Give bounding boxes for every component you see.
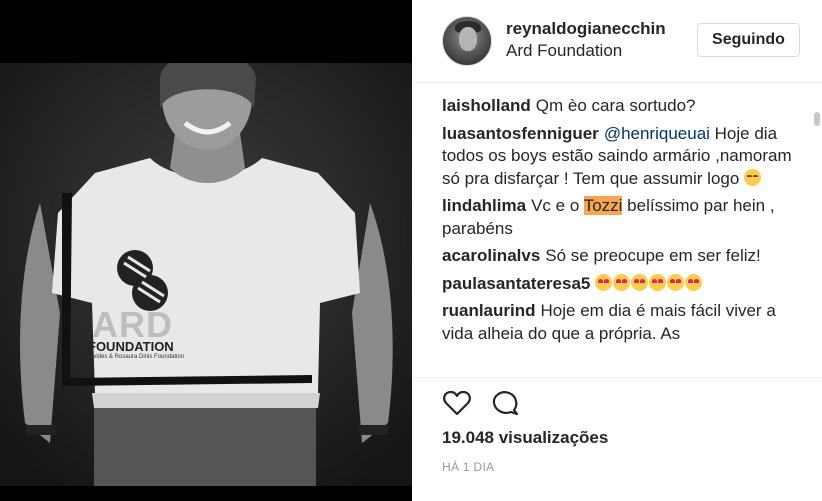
shirt-foundation-text: FOUNDATION	[88, 339, 174, 354]
photo-illustration	[0, 63, 412, 486]
comments-list[interactable]: laisholland Qm èo cara sortudo? luasantos…	[442, 95, 807, 373]
post-header: reynaldogianecchin Ard Foundation Seguin…	[412, 0, 822, 82]
avatar[interactable]	[442, 16, 492, 66]
comment-username[interactable]: laisholland	[442, 96, 531, 115]
comments-scrollbar[interactable]	[814, 112, 820, 126]
heart-eyes-emoji-icon	[631, 273, 649, 291]
post-sidebar: reynaldogianecchin Ard Foundation Seguin…	[412, 0, 822, 501]
heart-eyes-emoji-icon	[649, 273, 667, 291]
comment-text: Qm èo cara sortudo?	[535, 96, 696, 115]
heart-icon[interactable]	[442, 388, 472, 418]
following-button[interactable]: Seguindo	[697, 23, 800, 57]
comment-username[interactable]: lindahlima	[442, 196, 526, 215]
heart-eyes-emoji-icon	[667, 273, 685, 291]
comment-text: Só se preocupe em ser feliz!	[545, 246, 761, 265]
comment-mention[interactable]: @henriqueuai	[604, 124, 710, 143]
comment-item: lindahlima Vc e o Tozzi belíssimo par hei…	[442, 195, 807, 240]
grinning-emoji-icon	[744, 168, 762, 186]
comment-item: ruanlaurind Hoje em dia é mais fácil vive…	[442, 300, 807, 345]
comment-username[interactable]: paulasantateresa5	[442, 274, 590, 293]
comments-divider	[412, 377, 822, 378]
post-username[interactable]: reynaldogianecchin	[506, 19, 666, 39]
comment-item: paulasantateresa5	[442, 273, 807, 296]
post-timestamp[interactable]: HÁ 1 DIA	[442, 460, 494, 474]
views-count[interactable]: 19.048 visualizações	[442, 428, 608, 448]
comment-username[interactable]: acarolinalvs	[442, 246, 540, 265]
comment-item: laisholland Qm èo cara sortudo?	[442, 95, 807, 118]
shirt-small-text: Alvides & Rosaura Dinis Foundation	[88, 354, 185, 360]
comment-item: luasantosfenniguer @henriqueuai Hoje dia …	[442, 123, 807, 191]
comment-text: Vc e o	[531, 196, 584, 215]
comment-username[interactable]: ruanlaurind	[442, 301, 536, 320]
comment-item: acarolinalvs Só se preocupe em ser feliz!	[442, 245, 807, 268]
comment-username[interactable]: luasantosfenniguer	[442, 124, 599, 143]
post-media-panel: ARD FOUNDATION Alvides & Rosaura Dinis F…	[0, 0, 412, 501]
avatar-face	[459, 27, 477, 51]
comment-highlight: Tozzi	[583, 196, 623, 215]
post-location[interactable]: Ard Foundation	[506, 41, 622, 61]
header-divider	[412, 82, 822, 83]
comment-bubble-icon[interactable]	[490, 388, 520, 418]
heart-eyes-emoji-icon	[595, 273, 613, 291]
heart-eyes-emoji-icon	[613, 273, 631, 291]
heart-eyes-emoji-icon	[685, 273, 703, 291]
post-photo[interactable]: ARD FOUNDATION Alvides & Rosaura Dinis F…	[0, 63, 412, 486]
